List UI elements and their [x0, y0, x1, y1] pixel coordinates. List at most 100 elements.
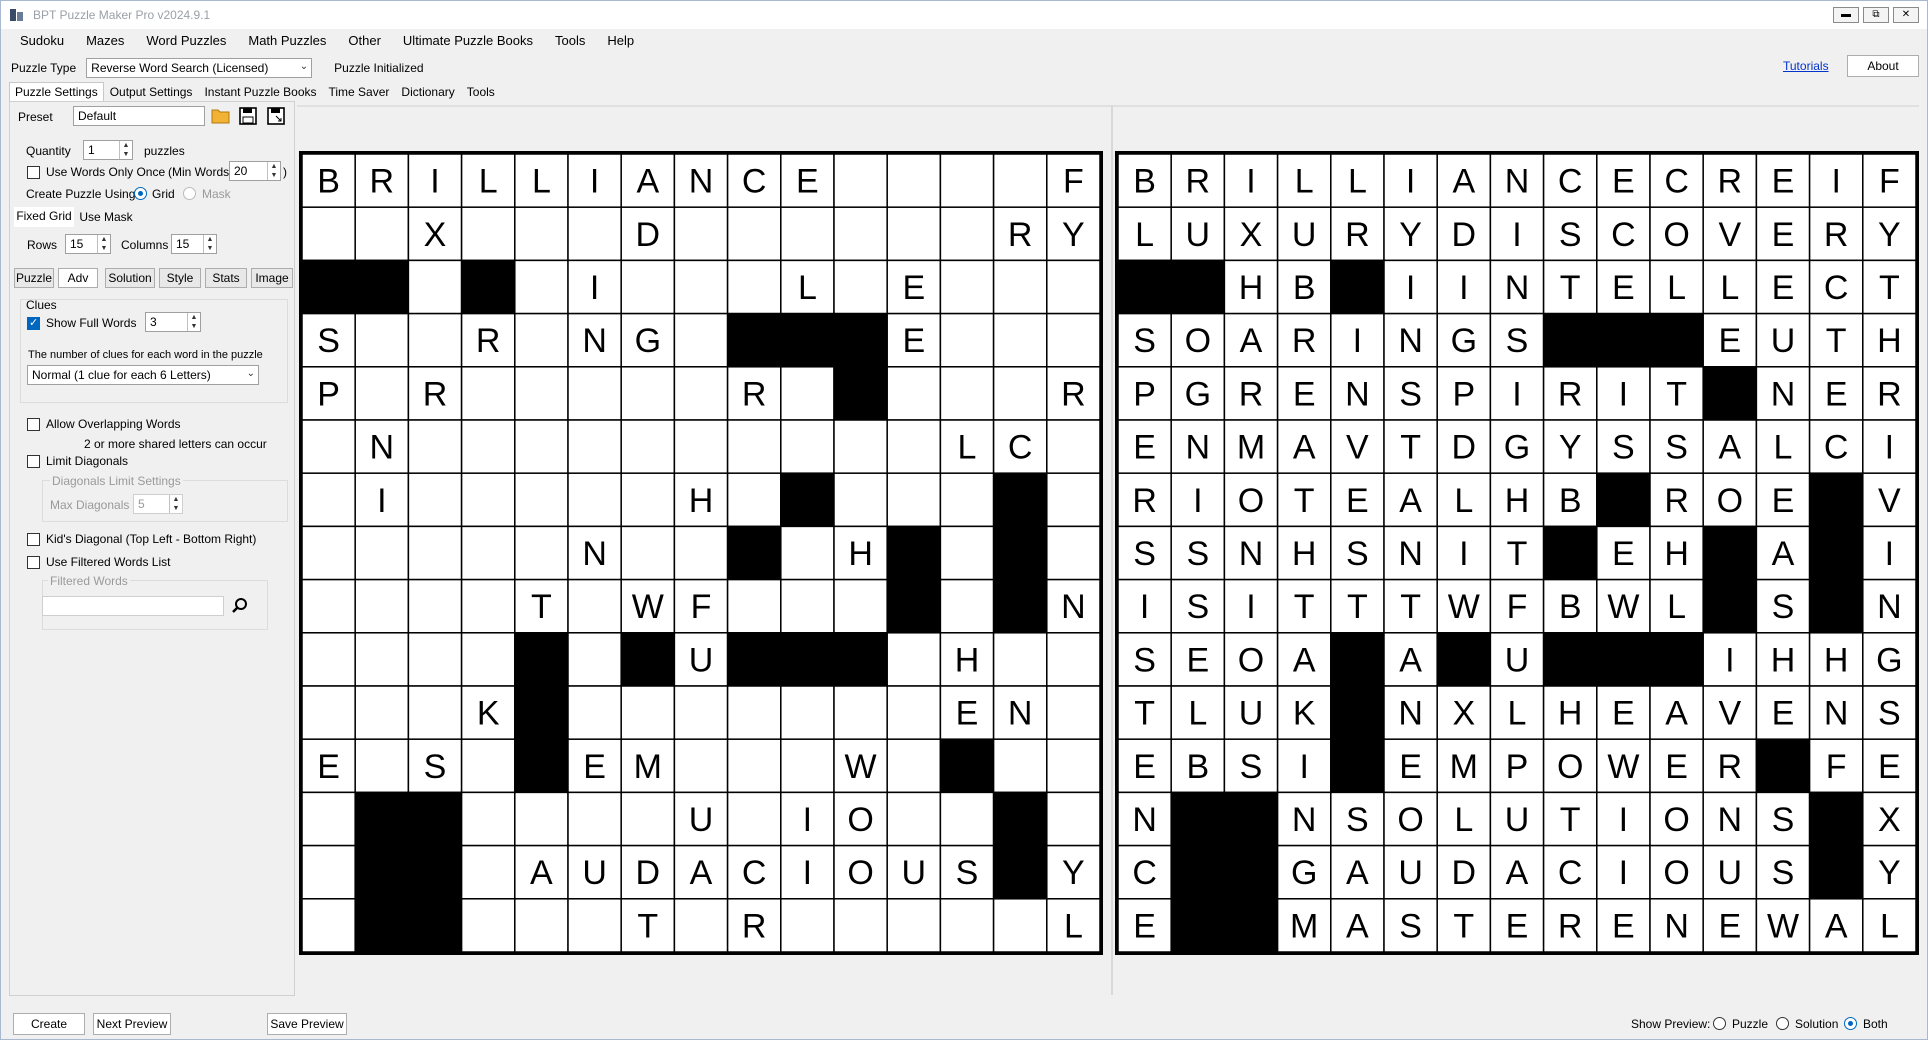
stepper-arrows-icon[interactable]: ▲ ▼ [119, 141, 132, 159]
menu-ultimate-puzzle-books[interactable]: Ultimate Puzzle Books [392, 31, 544, 51]
clues-select[interactable]: Normal (1 clue for each 6 Letters) ⌄ [27, 365, 259, 385]
restore-button[interactable]: ⧉ [1863, 7, 1889, 23]
max-diagonals-stepper[interactable]: 5 ▲ ▼ [133, 494, 183, 514]
tab-style[interactable]: Style [159, 268, 201, 288]
save-preset-button[interactable] [236, 104, 260, 128]
grid-radio[interactable] [134, 187, 147, 200]
grid-cell [567, 366, 622, 421]
tab-time-saver[interactable]: Time Saver [323, 82, 396, 101]
minimize-button[interactable]: ▬ [1833, 7, 1859, 23]
clues-group-title: Clues [26, 298, 57, 312]
cell-letter: A [1772, 535, 1795, 573]
stepper-arrows-icon[interactable]: ▲ ▼ [97, 235, 110, 253]
stepper-arrows-icon[interactable]: ▲ ▼ [203, 235, 216, 253]
kids-diagonal-checkbox[interactable] [27, 533, 40, 546]
clues-description: The number of clues for each word in the… [28, 349, 263, 361]
preset-input[interactable]: Default [73, 106, 205, 126]
grid-cell [302, 525, 356, 581]
limit-diagonals-checkbox[interactable] [27, 455, 40, 468]
tutorials-link[interactable]: Tutorials [1783, 59, 1829, 73]
tab-fixed-grid[interactable]: Fixed Grid [14, 207, 74, 227]
search-icon [232, 598, 247, 613]
block-cell [354, 259, 410, 315]
solution-preview[interactable]: BRILLIANCECREIFLUXURYDISCOVERYHBIINTELLE… [1115, 151, 1919, 955]
grid-cell [1046, 685, 1100, 740]
save-preview-button[interactable]: Save Preview [267, 1013, 347, 1035]
puzzle-type-row: Puzzle Type Reverse Word Search (License… [11, 57, 424, 79]
show-solution-radio[interactable] [1776, 1017, 1789, 1030]
cell-letter: A [1240, 322, 1263, 360]
tab-stats[interactable]: Stats [205, 268, 247, 288]
stepper-arrows-icon[interactable]: ▲ ▼ [267, 162, 280, 180]
min-words-stepper[interactable]: 20 ▲ ▼ [229, 161, 281, 181]
cell-letter: E [1186, 641, 1209, 679]
puzzle-preview[interactable]: BRILLIANCEFXDRYILESRNGEPRRRNLCIHNHTWFNUH… [299, 151, 1103, 955]
cell-letter: F [1879, 163, 1900, 201]
menu-other[interactable]: Other [337, 31, 392, 51]
cell-letter: A [1506, 854, 1529, 892]
menu-tools[interactable]: Tools [544, 31, 596, 51]
tab-adv[interactable]: Adv [58, 268, 98, 288]
filtered-words-input[interactable] [42, 596, 224, 616]
cell-letter: E [1772, 163, 1795, 201]
stepper-arrows-icon[interactable]: ▲ ▼ [187, 313, 200, 331]
cell-letter: L [1135, 216, 1154, 254]
grid-cell [620, 419, 676, 474]
quantity-stepper[interactable]: 1 ▲ ▼ [83, 140, 133, 160]
show-both-radio[interactable] [1844, 1017, 1857, 1030]
tab-dictionary[interactable]: Dictionary [395, 82, 460, 101]
filtered-list-checkbox[interactable] [27, 556, 40, 569]
menu-mazes[interactable]: Mazes [75, 31, 135, 51]
tab-puzzle-settings[interactable]: Puzzle Settings [9, 82, 104, 101]
block-cell [1330, 632, 1385, 687]
tab-puzzle[interactable]: Puzzle [14, 268, 54, 288]
cell-letter: E [1506, 907, 1529, 945]
cell-letter: R [742, 375, 767, 413]
tab-instant-puzzle-books[interactable]: Instant Puzzle Books [198, 82, 322, 101]
max-diagonals-value: 5 [138, 497, 145, 511]
puzzle-type-select[interactable]: Reverse Word Search (Licensed) ⌄ [86, 58, 313, 78]
grid-cell [620, 791, 676, 847]
close-button[interactable]: ✕ [1893, 7, 1919, 23]
cell-letter: D [1452, 216, 1477, 254]
create-button[interactable]: Create [13, 1013, 85, 1035]
about-button[interactable]: About [1847, 55, 1919, 77]
tab-tools[interactable]: Tools [461, 82, 501, 101]
use-words-once-checkbox[interactable] [27, 166, 40, 179]
window-title: BPT Puzzle Maker Pro v2024.9.1 [33, 8, 211, 22]
grid-cell [354, 312, 410, 368]
tab-solution[interactable]: Solution [105, 268, 155, 288]
cell-letter: P [1506, 748, 1529, 786]
menu-help[interactable]: Help [596, 31, 645, 51]
grid-cell [992, 898, 1048, 952]
cell-letter: N [582, 322, 607, 360]
show-full-words-checkbox[interactable] [27, 316, 40, 330]
columns-stepper[interactable]: 15 ▲ ▼ [171, 234, 217, 254]
menu-word-puzzles[interactable]: Word Puzzles [135, 31, 237, 51]
tab-output-settings[interactable]: Output Settings [104, 82, 199, 101]
open-folder-button[interactable] [209, 104, 233, 128]
kids-diagonal-label: Kid's Diagonal (Top Left - Bottom Right) [46, 532, 257, 546]
cell-letter: X [1878, 801, 1901, 839]
cell-letter: N [1398, 535, 1423, 573]
save-as-preset-button[interactable] [264, 104, 288, 128]
next-preview-button[interactable]: Next Preview [93, 1013, 171, 1035]
menu-sudoku[interactable]: Sudoku [9, 31, 75, 51]
cell-letter: I [803, 854, 812, 892]
allow-overlap-checkbox[interactable] [27, 418, 40, 431]
stepper-arrows-icon[interactable]: ▲ ▼ [169, 495, 182, 513]
grid-cell [726, 259, 782, 315]
cell-letter: O [1663, 854, 1689, 892]
rows-stepper[interactable]: 15 ▲ ▼ [65, 234, 111, 254]
cell-letter: T [1666, 375, 1687, 413]
show-full-words-stepper[interactable]: 3 ▲ ▼ [145, 312, 201, 332]
tab-image[interactable]: Image [251, 268, 293, 288]
grid-cell [833, 206, 888, 262]
menu-math-puzzles[interactable]: Math Puzzles [237, 31, 337, 51]
mask-radio[interactable] [183, 187, 196, 200]
cell-letter: N [1505, 163, 1530, 201]
block-cell [1170, 898, 1226, 952]
tab-use-mask[interactable]: Use Mask [76, 208, 136, 228]
search-button[interactable] [228, 594, 252, 618]
show-puzzle-radio[interactable] [1713, 1017, 1726, 1030]
